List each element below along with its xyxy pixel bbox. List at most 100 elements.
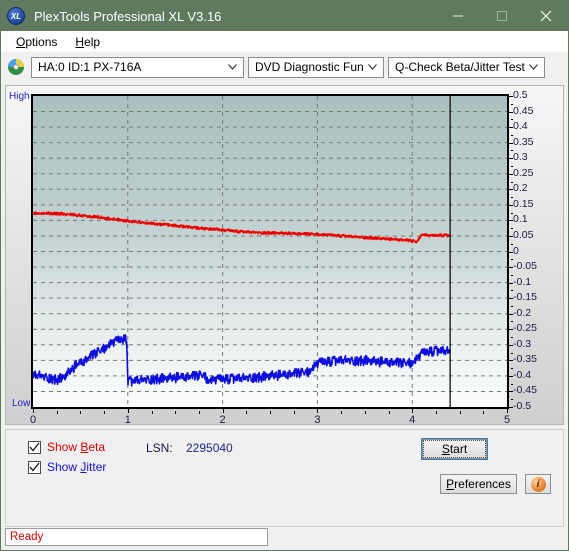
x-tick-minor xyxy=(151,411,153,414)
maximize-icon[interactable] xyxy=(480,1,524,31)
y-tick-minor xyxy=(511,337,513,339)
y-tick-minor xyxy=(511,150,513,152)
y-tick-minor xyxy=(511,103,513,105)
x-tick-minor xyxy=(104,411,106,414)
y-tick-label: 0.05 xyxy=(513,228,534,241)
menu-bar: Options Help xyxy=(1,31,568,52)
menu-item-help-label: elp xyxy=(84,34,101,49)
x-tick-label: 0 xyxy=(29,414,37,426)
x-tick-label: 1 xyxy=(124,414,131,426)
x-tick-minor xyxy=(270,411,271,414)
y-tick-minor xyxy=(511,119,513,121)
x-tick-minor xyxy=(388,411,390,414)
y-tick-minor xyxy=(511,383,513,385)
y-tick-label: -0.3 xyxy=(513,337,532,350)
info-button[interactable]: i xyxy=(525,474,551,494)
chart-panel: High Low 0.5 0.45 0.4 0.35 0.3 0.25 0.2 0.15 0.1… xyxy=(5,85,564,426)
menu-item-options[interactable]: Options xyxy=(7,33,66,51)
xl-logo-icon: XL xyxy=(7,7,25,25)
x-tick-mark xyxy=(33,409,34,413)
y-tick-label: 0.2 xyxy=(513,182,528,195)
y-tick-minor xyxy=(511,352,513,354)
x-tick-mark xyxy=(317,409,319,413)
plot-area[interactable] xyxy=(31,94,509,409)
show-jitter-checkbox[interactable] xyxy=(28,460,41,474)
y-tick-label: -0.15 xyxy=(513,291,537,304)
y-tick-mark xyxy=(509,344,513,346)
y-tick-label: 0 xyxy=(513,244,519,257)
y-tick-minor xyxy=(511,399,513,401)
y-tick-label: 0.15 xyxy=(513,197,534,210)
y-tick-minor xyxy=(511,134,513,136)
show-beta-label: Show Beta xyxy=(47,440,106,454)
lsn-label: LSN: xyxy=(146,441,173,455)
menu-item-help[interactable]: Help xyxy=(66,33,109,51)
y-tick-mark xyxy=(509,189,513,191)
x-tick-minor xyxy=(246,411,248,414)
y-tick-mark xyxy=(509,111,513,113)
show-jitter-row[interactable]: Show Jitter xyxy=(28,460,106,474)
status-bar: Ready xyxy=(5,527,564,547)
y-tick-label: -0.5 xyxy=(513,400,532,412)
function-select-value: DVD Diagnostic Functions xyxy=(255,60,364,74)
status-text: Ready xyxy=(5,528,268,546)
x-tick-mark xyxy=(222,409,224,413)
preferences-button[interactable]: Preferences xyxy=(440,474,517,494)
x-tick-minor xyxy=(483,411,485,414)
drive-select[interactable]: HA:0 ID:1 PX-716A xyxy=(31,56,244,78)
show-beta-checkbox[interactable] xyxy=(28,440,41,454)
y-tick-label: -0.45 xyxy=(513,384,537,397)
x-tick-label: 5 xyxy=(503,414,511,426)
y-tick-mark xyxy=(509,142,513,144)
toolbar: HA:0 ID:1 PX-716A DVD Diagnostic Functio… xyxy=(1,52,568,82)
test-select-value: Q-Check Beta/Jitter Test xyxy=(395,60,525,74)
y-tick-minor xyxy=(511,259,513,261)
x-tick-minor xyxy=(56,411,58,414)
y-tick-minor xyxy=(511,305,513,307)
y-tick-label: 0.35 xyxy=(513,135,534,148)
chevron-down-icon xyxy=(525,64,542,70)
x-tick-minor xyxy=(364,411,366,414)
info-icon: i xyxy=(530,476,546,492)
series-beta xyxy=(33,211,451,244)
window-controls xyxy=(436,1,568,31)
y-tick-mark xyxy=(509,204,513,206)
preferences-button-label: Preferences xyxy=(446,477,511,491)
y-tick-mark xyxy=(509,313,513,315)
y-tick-mark xyxy=(509,235,513,237)
menu-item-options-label: ptions xyxy=(25,34,58,49)
chevron-down-icon xyxy=(364,64,381,70)
y-tick-mark xyxy=(509,158,513,160)
minimize-icon[interactable] xyxy=(436,1,480,31)
y-tick-label: -0.05 xyxy=(513,260,537,273)
close-icon[interactable] xyxy=(524,1,568,31)
y-tick-minor xyxy=(511,321,513,323)
x-tick-label: 4 xyxy=(409,414,416,426)
y-tick-minor xyxy=(511,243,513,245)
title-bar: XL PlexTools Professional XL V3.16 xyxy=(1,1,568,31)
y-tick-label: -0.2 xyxy=(513,306,532,319)
y-tick-mark xyxy=(509,298,513,300)
test-select[interactable]: Q-Check Beta/Jitter Test xyxy=(388,56,545,78)
y-tick-mark xyxy=(509,407,513,408)
x-tick-minor xyxy=(175,411,177,414)
axis-low-label: Low xyxy=(12,398,31,409)
x-tick-minor xyxy=(293,411,295,414)
x-tick-minor xyxy=(198,411,200,414)
y-tick-minor xyxy=(511,274,513,276)
x-tick-minor xyxy=(435,411,437,414)
x-tick-mark xyxy=(507,409,508,413)
function-select[interactable]: DVD Diagnostic Functions xyxy=(248,56,384,78)
application-window: XL PlexTools Professional XL V3.16 Optio… xyxy=(0,0,569,551)
show-beta-row[interactable]: Show Beta xyxy=(28,440,105,454)
y-tick-minor xyxy=(511,165,513,167)
x-tick-label: 3 xyxy=(314,414,321,426)
y-tick-label: -0.4 xyxy=(513,368,532,381)
y-tick-label: 0.3 xyxy=(513,151,528,164)
y-tick-mark xyxy=(509,267,513,269)
start-button[interactable]: Start xyxy=(421,438,488,460)
axis-high-label: High xyxy=(9,91,30,102)
y-tick-minor xyxy=(511,368,513,370)
y-tick-label: -0.25 xyxy=(513,322,537,335)
y-tick-mark xyxy=(509,329,513,331)
